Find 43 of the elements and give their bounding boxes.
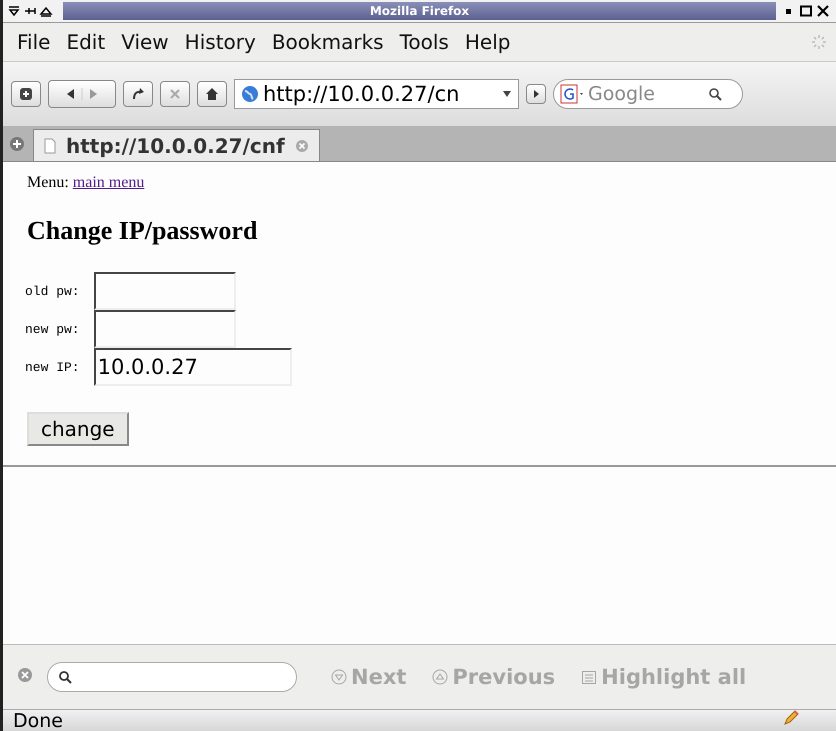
address-field[interactable]: http://10.0.0.27/cn xyxy=(234,79,519,109)
menu-item[interactable]: View xyxy=(115,30,175,54)
plus-icon xyxy=(19,87,33,101)
find-field[interactable] xyxy=(47,662,297,692)
back-forward-button[interactable] xyxy=(48,80,116,108)
page-icon xyxy=(44,138,56,154)
go-button[interactable] xyxy=(526,84,546,104)
menu-label: Menu: xyxy=(27,174,69,191)
menu-item[interactable]: Bookmarks xyxy=(266,30,390,54)
menu-item[interactable]: Edit xyxy=(60,30,112,54)
search-icon[interactable] xyxy=(708,87,722,101)
text-field[interactable] xyxy=(94,272,236,310)
search-engine-icon[interactable] xyxy=(560,84,586,104)
change-button[interactable]: change xyxy=(27,412,129,446)
stop-button[interactable] xyxy=(160,81,190,107)
search-bar[interactable]: Google xyxy=(553,79,743,109)
home-icon xyxy=(205,87,219,101)
menu-item[interactable]: Help xyxy=(458,30,516,54)
throbber-icon xyxy=(810,33,828,51)
browser-tab[interactable]: http://10.0.0.27/cnf xyxy=(33,129,320,161)
reload-icon xyxy=(131,87,145,101)
home-button[interactable] xyxy=(197,81,227,107)
dropdown-arrow-icon[interactable] xyxy=(502,90,512,98)
menu-item[interactable]: Tools xyxy=(394,30,455,54)
play-icon xyxy=(531,89,541,99)
field-label: old pw: xyxy=(25,284,80,299)
status-text: Done xyxy=(13,710,63,731)
globe-icon xyxy=(241,85,259,103)
window-title: Mozilla Firefox xyxy=(370,4,470,18)
text-field[interactable] xyxy=(94,310,236,348)
text-field[interactable]: 10.0.0.27 xyxy=(94,348,292,386)
new-tab-button[interactable] xyxy=(11,81,41,107)
main-menu-link[interactable]: main menu xyxy=(72,174,144,191)
new-tab-icon[interactable] xyxy=(9,136,25,152)
reload-button[interactable] xyxy=(123,81,153,107)
highlight-icon xyxy=(581,669,598,685)
search-icon xyxy=(58,670,72,684)
field-label: new pw: xyxy=(25,322,80,337)
field-label: new IP: xyxy=(25,360,80,375)
menu-item[interactable]: File xyxy=(11,30,56,54)
menu-item[interactable]: History xyxy=(178,30,262,54)
close-icon xyxy=(168,87,182,101)
page-heading: Change IP/password xyxy=(27,216,258,246)
